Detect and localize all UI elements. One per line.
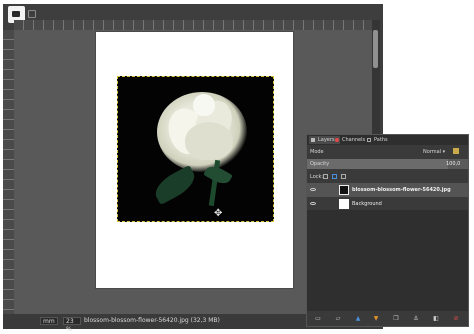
horizontal-ruler[interactable] <box>14 20 372 30</box>
layer-name: blossom-blossom-flower-56420.jpg <box>352 187 451 193</box>
move-cursor-icon: ✥ <box>214 208 223 219</box>
delete-layer-icon[interactable]: ⊘ <box>453 316 459 322</box>
lock-position-icon[interactable] <box>332 174 337 179</box>
rose-leaf <box>150 164 200 206</box>
mode-value: Normal <box>423 149 442 155</box>
opacity-slider[interactable]: Opacity 100,0 <box>307 159 468 169</box>
new-group-icon[interactable]: ▱ <box>335 316 341 322</box>
tab-label: Paths <box>374 137 388 143</box>
lock-row: Lock: <box>307 172 468 182</box>
lower-layer-icon[interactable]: ▼ <box>373 316 379 322</box>
mode-select[interactable]: Normal ▾ <box>423 148 445 156</box>
layers-list-empty-area <box>307 210 468 311</box>
raise-layer-icon[interactable]: ▲ <box>355 316 361 322</box>
anchor-layer-icon[interactable]: ⚓ <box>413 316 419 322</box>
mode-label: Mode <box>310 149 324 155</box>
unit-select[interactable]: mm <box>40 317 58 325</box>
mode-extra-icon[interactable] <box>453 148 459 154</box>
layer-thumbnail <box>339 185 349 195</box>
lock-label: Lock: <box>310 174 324 180</box>
duplicate-layer-icon[interactable]: ❐ <box>393 316 399 322</box>
scrollbar-thumb[interactable] <box>373 30 378 68</box>
lock-pixels-icon[interactable] <box>323 174 328 179</box>
layer-row[interactable]: Background <box>307 197 468 211</box>
lock-alpha-icon[interactable] <box>341 174 346 179</box>
paths-icon <box>367 138 371 142</box>
layer-name: Background <box>352 201 382 207</box>
vertical-ruler[interactable] <box>3 30 14 314</box>
mask-icon[interactable]: ◧ <box>433 316 439 322</box>
dock-tabs: Layers Channels Paths <box>307 135 468 145</box>
layer-buttons: ▭ ▱ ▲ ▼ ❐ ⚓ ◧ ⊘ <box>307 312 468 326</box>
layers-dock: Layers Channels Paths Mode Normal ▾ Opac… <box>306 134 469 327</box>
rose-petal <box>193 94 215 116</box>
zoom-select[interactable]: 23 % <box>63 317 81 333</box>
channels-icon <box>335 138 339 142</box>
navigate-icon[interactable] <box>28 10 36 18</box>
layer-thumbnail <box>339 199 349 209</box>
layers-icon <box>311 138 315 142</box>
tab-paths[interactable]: Paths <box>365 136 394 144</box>
image-layer-canvas[interactable] <box>117 76 274 222</box>
opacity-value: 100,0 <box>446 161 461 167</box>
new-layer-icon[interactable]: ▭ <box>315 316 321 322</box>
mode-row: Mode Normal ▾ <box>307 147 468 157</box>
tab-label: Channels <box>342 137 366 143</box>
layer-row[interactable]: blossom-blossom-flower-56420.jpg <box>307 183 468 197</box>
opacity-label: Opacity <box>310 161 330 167</box>
file-info: blossom-blossom-flower-56420.jpg (32,3 M… <box>84 317 220 324</box>
eye-icon[interactable] <box>310 202 316 205</box>
eye-icon[interactable] <box>310 188 316 191</box>
rose-petal <box>185 122 233 160</box>
